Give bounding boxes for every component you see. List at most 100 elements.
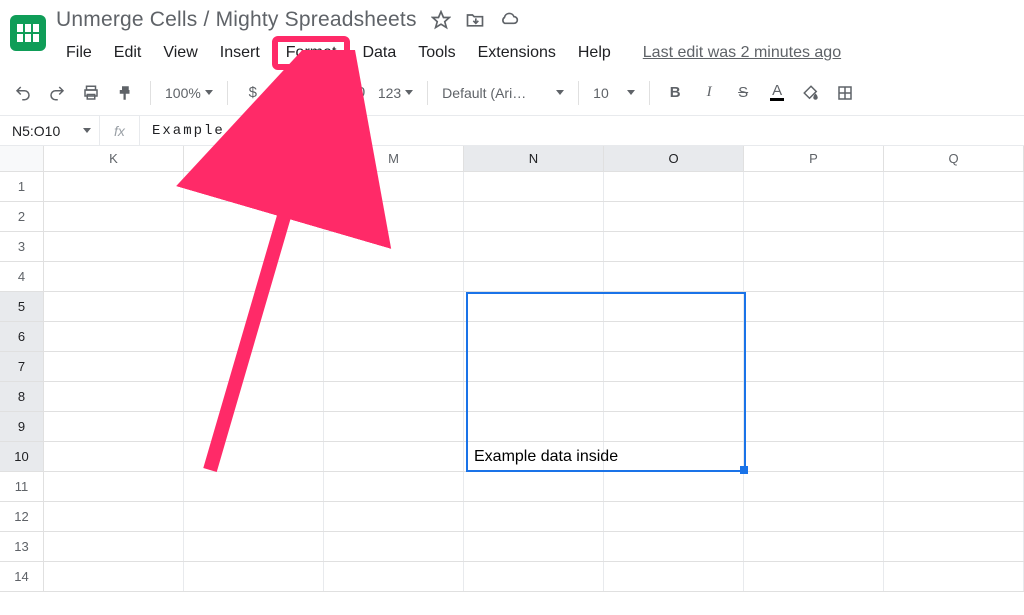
cell-N13[interactable] [464, 532, 604, 561]
cell-O1[interactable] [604, 172, 744, 201]
cell-N10[interactable] [464, 442, 604, 471]
cell-N7[interactable] [464, 352, 604, 381]
last-edit-link[interactable]: Last edit was 2 minutes ago [643, 44, 841, 62]
spreadsheet-grid[interactable]: KLMNOPQ 1234567891011121314 Example data… [0, 146, 1024, 592]
cell-Q4[interactable] [884, 262, 1024, 291]
format-currency-button[interactable]: $ [238, 78, 268, 108]
cell-O2[interactable] [604, 202, 744, 231]
column-header-N[interactable]: N [464, 146, 604, 171]
cell-M10[interactable] [324, 442, 464, 471]
cell-N8[interactable] [464, 382, 604, 411]
menu-extensions[interactable]: Extensions [468, 38, 566, 68]
row-header-3[interactable]: 3 [0, 232, 44, 261]
star-icon[interactable] [431, 10, 451, 30]
column-header-L[interactable]: L [184, 146, 324, 171]
cell-O7[interactable] [604, 352, 744, 381]
undo-button[interactable] [8, 78, 38, 108]
cell-L12[interactable] [184, 502, 324, 531]
cell-N9[interactable] [464, 412, 604, 441]
cell-N11[interactable] [464, 472, 604, 501]
cell-L4[interactable] [184, 262, 324, 291]
fill-color-button[interactable] [796, 78, 826, 108]
font-family-dropdown[interactable]: Default (Ari… [438, 85, 568, 101]
name-box[interactable]: N5:O10 [0, 116, 100, 145]
column-header-O[interactable]: O [604, 146, 744, 171]
cell-Q3[interactable] [884, 232, 1024, 261]
cell-P6[interactable] [744, 322, 884, 351]
menu-format[interactable]: Format [272, 36, 351, 70]
cell-K12[interactable] [44, 502, 184, 531]
font-size-dropdown[interactable]: 10 [589, 85, 639, 101]
cell-K8[interactable] [44, 382, 184, 411]
cell-O13[interactable] [604, 532, 744, 561]
menu-file[interactable]: File [56, 38, 102, 68]
cell-L3[interactable] [184, 232, 324, 261]
menu-help[interactable]: Help [568, 38, 621, 68]
cell-P1[interactable] [744, 172, 884, 201]
cell-O12[interactable] [604, 502, 744, 531]
cell-K14[interactable] [44, 562, 184, 591]
menu-view[interactable]: View [153, 38, 207, 68]
cell-P9[interactable] [744, 412, 884, 441]
row-header-13[interactable]: 13 [0, 532, 44, 561]
cell-Q7[interactable] [884, 352, 1024, 381]
cell-O9[interactable] [604, 412, 744, 441]
cell-M12[interactable] [324, 502, 464, 531]
menu-edit[interactable]: Edit [104, 38, 152, 68]
cell-L5[interactable] [184, 292, 324, 321]
menu-data[interactable]: Data [352, 38, 406, 68]
cell-K3[interactable] [44, 232, 184, 261]
cell-M13[interactable] [324, 532, 464, 561]
cell-L14[interactable] [184, 562, 324, 591]
cell-Q1[interactable] [884, 172, 1024, 201]
cloud-status-icon[interactable] [499, 10, 519, 30]
select-all-corner[interactable] [0, 146, 44, 171]
cell-L8[interactable] [184, 382, 324, 411]
cell-O6[interactable] [604, 322, 744, 351]
cell-N1[interactable] [464, 172, 604, 201]
cell-K10[interactable] [44, 442, 184, 471]
column-header-M[interactable]: M [324, 146, 464, 171]
strikethrough-button[interactable]: S [728, 78, 758, 108]
cell-Q8[interactable] [884, 382, 1024, 411]
cell-M8[interactable] [324, 382, 464, 411]
paint-format-button[interactable] [110, 78, 140, 108]
cell-M7[interactable] [324, 352, 464, 381]
cell-P12[interactable] [744, 502, 884, 531]
cell-P10[interactable] [744, 442, 884, 471]
cell-K5[interactable] [44, 292, 184, 321]
menu-tools[interactable]: Tools [408, 38, 465, 68]
cell-O3[interactable] [604, 232, 744, 261]
zoom-dropdown[interactable]: 100% [161, 85, 217, 101]
cell-O14[interactable] [604, 562, 744, 591]
cell-L9[interactable] [184, 412, 324, 441]
cell-M5[interactable] [324, 292, 464, 321]
cell-Q10[interactable] [884, 442, 1024, 471]
cell-K11[interactable] [44, 472, 184, 501]
decrease-decimal-button[interactable]: .0 [306, 78, 336, 108]
cell-Q9[interactable] [884, 412, 1024, 441]
cell-L7[interactable] [184, 352, 324, 381]
format-percent-button[interactable]: % [272, 78, 302, 108]
row-header-4[interactable]: 4 [0, 262, 44, 291]
cell-K9[interactable] [44, 412, 184, 441]
cell-K1[interactable] [44, 172, 184, 201]
column-header-K[interactable]: K [44, 146, 184, 171]
cell-P5[interactable] [744, 292, 884, 321]
row-header-11[interactable]: 11 [0, 472, 44, 501]
cell-N2[interactable] [464, 202, 604, 231]
italic-button[interactable]: I [694, 78, 724, 108]
sheets-logo[interactable] [8, 8, 48, 58]
cell-K13[interactable] [44, 532, 184, 561]
cell-M6[interactable] [324, 322, 464, 351]
cell-M3[interactable] [324, 232, 464, 261]
row-header-12[interactable]: 12 [0, 502, 44, 531]
cell-N5[interactable] [464, 292, 604, 321]
row-header-9[interactable]: 9 [0, 412, 44, 441]
row-header-8[interactable]: 8 [0, 382, 44, 411]
cell-L11[interactable] [184, 472, 324, 501]
cell-O10[interactable] [604, 442, 744, 471]
row-header-2[interactable]: 2 [0, 202, 44, 231]
cell-M2[interactable] [324, 202, 464, 231]
cell-L13[interactable] [184, 532, 324, 561]
